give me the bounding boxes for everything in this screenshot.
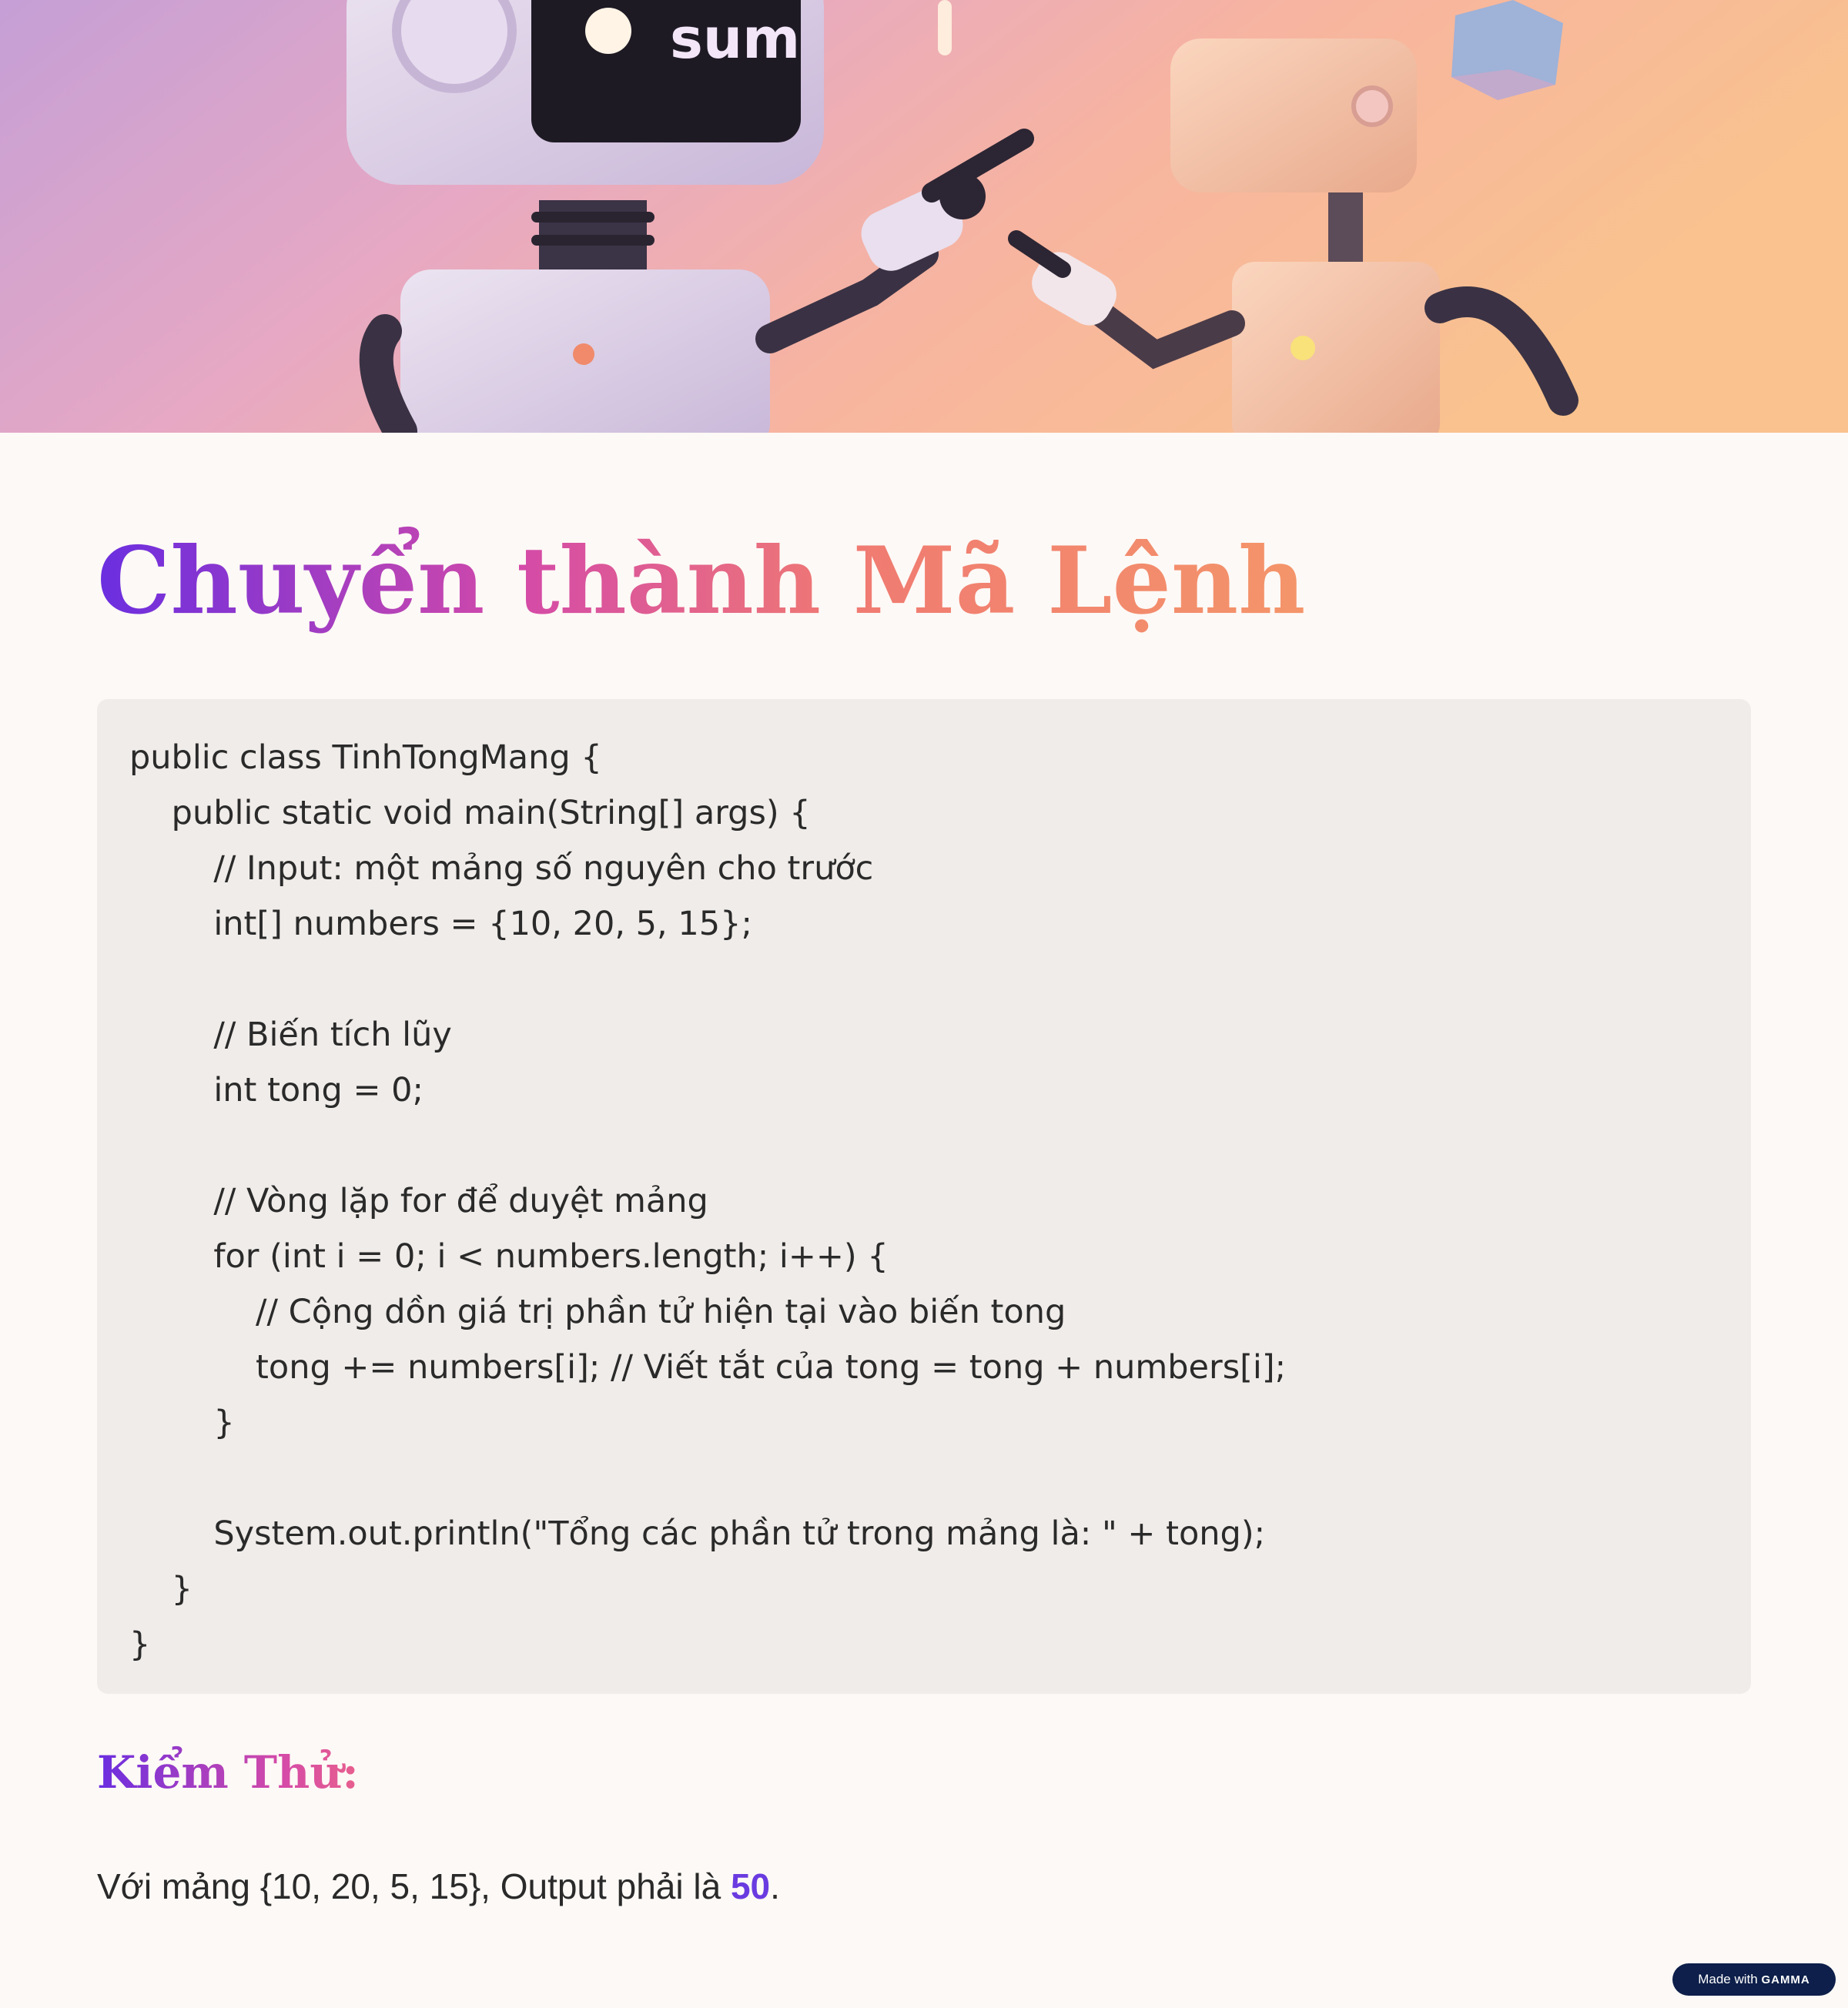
test-text-before: Với mảng {10, 20, 5, 15}, Output phải là — [97, 1866, 731, 1906]
test-text-after: . — [770, 1866, 780, 1906]
code-line: for (int i = 0; i < numbers.length; i++)… — [129, 1237, 889, 1276]
gamma-logo: GAMMA — [1761, 1973, 1810, 1986]
badge-prefix: Made with — [1698, 1972, 1762, 1986]
code-line: System.out.println("Tổng các phần tử tro… — [129, 1514, 1266, 1553]
code-line: // Input: một mảng số nguyên cho trước — [129, 849, 874, 888]
code-line: public class TinhTongMang { — [129, 738, 602, 777]
test-heading: Kiểm Thử: — [97, 1742, 359, 1803]
hero-illustration: sum — [0, 0, 1848, 433]
code-line: tong += numbers[i]; // Viết tắt của tong… — [129, 1348, 1287, 1387]
expected-output-value: 50 — [730, 1866, 771, 1906]
code-line: int tong = 0; — [129, 1071, 424, 1109]
robot-screen-text: sum — [670, 6, 800, 71]
code-line: } — [129, 1625, 151, 1664]
code-line: // Vòng lặp for để duyệt mảng — [129, 1182, 708, 1220]
code-block: public class TinhTongMang { public stati… — [97, 699, 1751, 1694]
code-line: public static void main(String[] args) { — [129, 794, 811, 832]
test-result-text: Với mảng {10, 20, 5, 15}, Output phải là… — [97, 1856, 780, 1917]
code-line: // Biến tích lũy — [129, 1016, 452, 1054]
code-line: int[] numbers = {10, 20, 5, 15}; — [129, 905, 752, 943]
code-line: } — [129, 1570, 193, 1608]
code-line: } — [129, 1404, 235, 1442]
code-line: // Cộng dồn giá trị phần tử hiện tại vào… — [129, 1293, 1066, 1331]
page-title: Chuyển thành Mã Lệnh — [97, 516, 1305, 647]
made-with-gamma-badge[interactable]: Made with GAMMA — [1672, 1963, 1836, 1996]
